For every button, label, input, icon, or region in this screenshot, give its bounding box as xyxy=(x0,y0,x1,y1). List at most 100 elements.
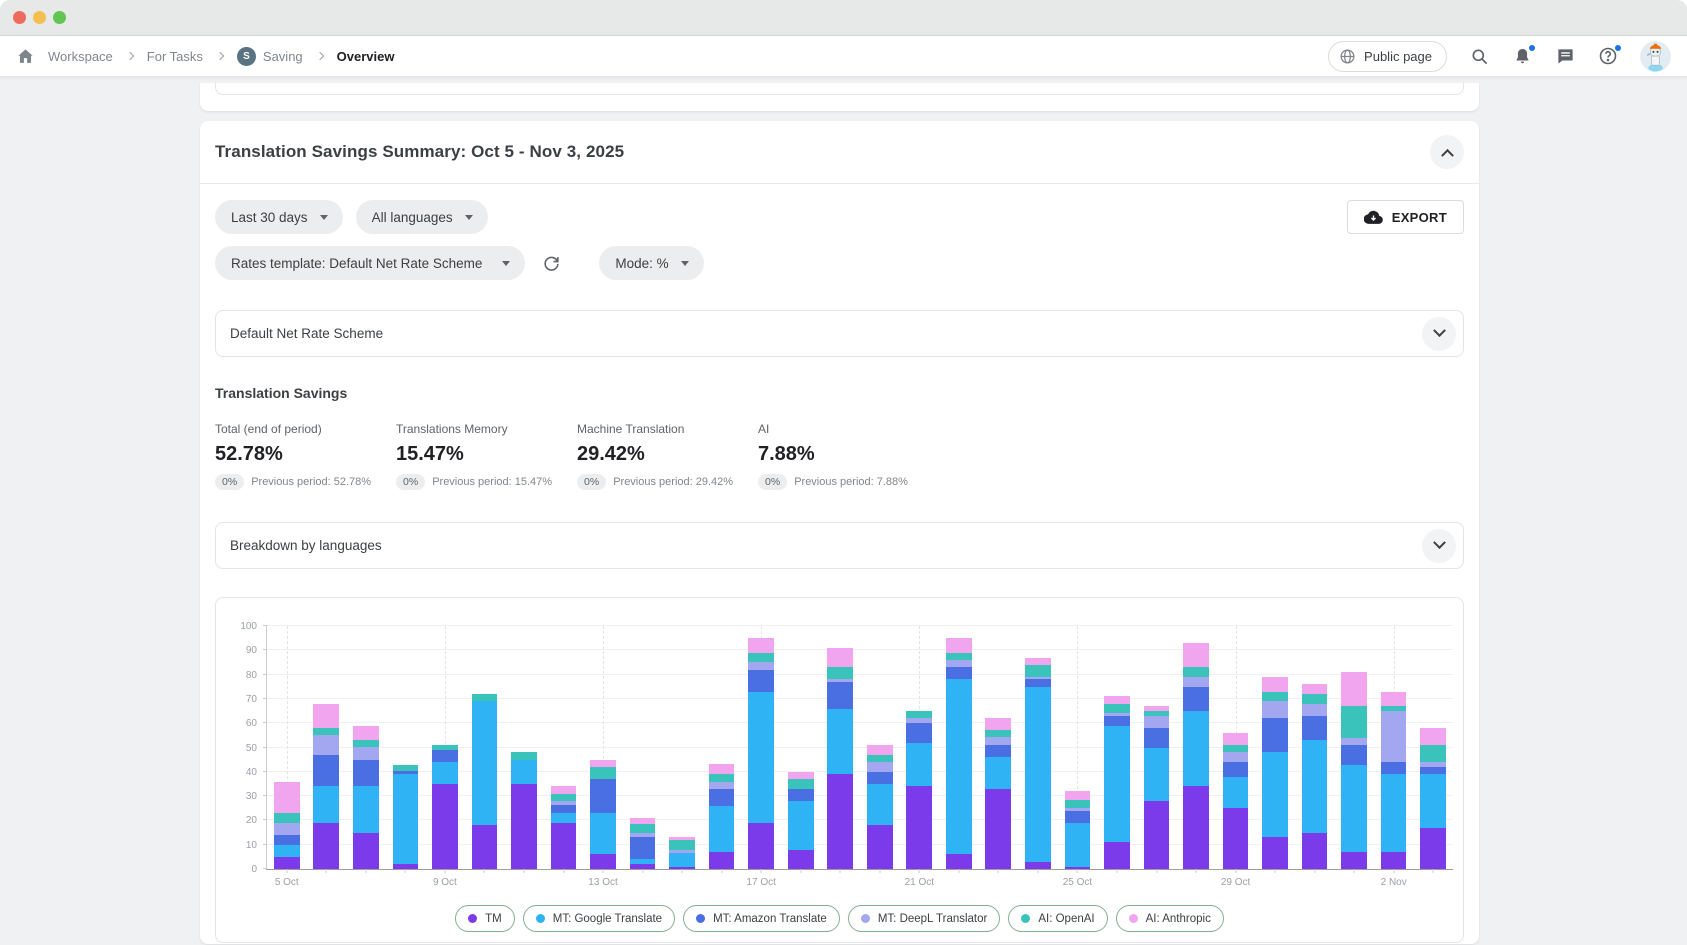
public-page-button[interactable]: Public page xyxy=(1328,41,1447,72)
bar-segment-mt-deepl-translator[interactable] xyxy=(867,762,893,772)
bar-segment-mt-google-translate[interactable] xyxy=(1025,687,1051,862)
bar-segment-ai-openai[interactable] xyxy=(748,653,774,663)
bar-segment-tm[interactable] xyxy=(432,784,458,869)
search-icon[interactable] xyxy=(1468,45,1490,67)
date-range-dropdown[interactable]: Last 30 days xyxy=(215,200,343,234)
bar-segment-mt-google-translate[interactable] xyxy=(867,784,893,825)
bar-segment-mt-google-translate[interactable] xyxy=(590,813,616,854)
zoom-window-button[interactable] xyxy=(53,11,66,24)
bar-segment-tm[interactable] xyxy=(788,850,814,869)
notifications-bell-icon[interactable] xyxy=(1511,45,1533,67)
bar-segment-ai-anthropic[interactable] xyxy=(748,638,774,653)
bar-segment-ai-anthropic[interactable] xyxy=(709,764,735,774)
bar-segment-tm[interactable] xyxy=(472,825,498,869)
bar-segment-mt-google-translate[interactable] xyxy=(551,813,577,823)
bar-segment-tm[interactable] xyxy=(1381,852,1407,869)
bar-segment-ai-anthropic[interactable] xyxy=(1420,728,1446,745)
help-icon[interactable] xyxy=(1597,45,1619,67)
bar-segment-tm[interactable] xyxy=(393,864,419,869)
bar-segment-tm[interactable] xyxy=(1223,808,1249,869)
bar-segment-tm[interactable] xyxy=(313,823,339,869)
expand-rate-scheme-button[interactable] xyxy=(1422,317,1456,351)
bar-segment-mt-amazon-translate[interactable] xyxy=(1065,811,1091,823)
minimize-window-button[interactable] xyxy=(33,11,46,24)
bar-segment-mt-google-translate[interactable] xyxy=(748,692,774,823)
bar-segment-mt-amazon-translate[interactable] xyxy=(1262,718,1288,752)
bar-segment-mt-amazon-translate[interactable] xyxy=(1381,762,1407,774)
bar-segment-ai-anthropic[interactable] xyxy=(1104,696,1130,703)
bar-segment-ai-openai[interactable] xyxy=(511,752,537,759)
bar-segment-ai-anthropic[interactable] xyxy=(1065,791,1091,800)
bar-segment-mt-google-translate[interactable] xyxy=(1223,777,1249,809)
bar-segment-mt-deepl-translator[interactable] xyxy=(1223,752,1249,762)
rates-template-dropdown[interactable]: Rates template: Default Net Rate Scheme xyxy=(215,246,525,280)
bar-segment-tm[interactable] xyxy=(630,864,656,869)
chat-icon[interactable] xyxy=(1554,45,1576,67)
bar-segment-mt-google-translate[interactable] xyxy=(472,701,498,825)
bar-segment-tm[interactable] xyxy=(1420,828,1446,869)
bar-segment-ai-openai[interactable] xyxy=(590,767,616,779)
bar-segment-mt-amazon-translate[interactable] xyxy=(274,835,300,845)
bar-segment-ai-openai[interactable] xyxy=(1104,704,1130,714)
bar-segment-mt-google-translate[interactable] xyxy=(393,774,419,864)
bar-segment-mt-deepl-translator[interactable] xyxy=(946,660,972,667)
bar-segment-tm[interactable] xyxy=(1183,786,1209,869)
bar-segment-mt-amazon-translate[interactable] xyxy=(313,755,339,787)
bar-segment-mt-deepl-translator[interactable] xyxy=(313,735,339,754)
bar-segment-ai-openai[interactable] xyxy=(709,774,735,781)
bar-segment-mt-deepl-translator[interactable] xyxy=(1341,738,1367,745)
bar-segment-mt-google-translate[interactable] xyxy=(709,806,735,852)
bar-segment-mt-amazon-translate[interactable] xyxy=(1302,716,1328,740)
breadcrumb-for-tasks[interactable]: For Tasks xyxy=(147,49,203,64)
bar-segment-mt-google-translate[interactable] xyxy=(1302,740,1328,832)
bar-segment-ai-openai[interactable] xyxy=(1065,800,1091,809)
bar-segment-mt-deepl-translator[interactable] xyxy=(709,782,735,789)
bar-segment-tm[interactable] xyxy=(551,823,577,869)
bar-segment-ai-openai[interactable] xyxy=(788,779,814,789)
bar-segment-mt-google-translate[interactable] xyxy=(827,709,853,775)
bar-segment-mt-deepl-translator[interactable] xyxy=(985,737,1011,746)
bar-segment-mt-deepl-translator[interactable] xyxy=(1262,701,1288,718)
collapse-section-button[interactable] xyxy=(1430,135,1464,169)
bar-segment-mt-amazon-translate[interactable] xyxy=(709,789,735,806)
bar-segment-tm[interactable] xyxy=(1025,862,1051,869)
bar-segment-mt-deepl-translator[interactable] xyxy=(1302,704,1328,716)
legend-item-ai-anthropic[interactable]: AI: Anthropic xyxy=(1116,905,1224,932)
bar-segment-ai-anthropic[interactable] xyxy=(788,772,814,779)
bar-segment-ai-anthropic[interactable] xyxy=(551,786,577,793)
bar-segment-mt-google-translate[interactable] xyxy=(669,853,695,866)
home-icon[interactable] xyxy=(14,45,36,67)
bar-segment-mt-google-translate[interactable] xyxy=(1104,726,1130,843)
bar-segment-tm[interactable] xyxy=(1341,852,1367,869)
bar-segment-mt-amazon-translate[interactable] xyxy=(353,760,379,787)
bar-segment-ai-openai[interactable] xyxy=(1183,667,1209,677)
bar-segment-mt-google-translate[interactable] xyxy=(313,786,339,822)
bar-segment-tm[interactable] xyxy=(1302,833,1328,869)
bar-segment-mt-google-translate[interactable] xyxy=(353,786,379,832)
refresh-button[interactable] xyxy=(538,250,564,276)
bar-segment-mt-google-translate[interactable] xyxy=(1262,752,1288,837)
bar-segment-tm[interactable] xyxy=(669,867,695,869)
bar-segment-ai-openai[interactable] xyxy=(1025,665,1051,677)
bar-segment-tm[interactable] xyxy=(590,854,616,869)
bar-segment-tm[interactable] xyxy=(906,786,932,869)
bar-segment-ai-openai[interactable] xyxy=(1223,745,1249,752)
legend-item-ai-openai[interactable]: AI: OpenAI xyxy=(1008,905,1107,932)
bar-segment-ai-openai[interactable] xyxy=(630,824,656,833)
bar-segment-ai-anthropic[interactable] xyxy=(1302,684,1328,694)
bar-segment-ai-openai[interactable] xyxy=(1420,745,1446,762)
bar-segment-ai-anthropic[interactable] xyxy=(827,648,853,667)
expand-breakdown-button[interactable] xyxy=(1422,529,1456,563)
bar-segment-mt-google-translate[interactable] xyxy=(1144,748,1170,801)
bar-segment-mt-amazon-translate[interactable] xyxy=(1223,762,1249,777)
bar-segment-mt-amazon-translate[interactable] xyxy=(590,779,616,813)
bar-segment-tm[interactable] xyxy=(709,852,735,869)
bar-segment-tm[interactable] xyxy=(274,857,300,869)
bar-segment-mt-amazon-translate[interactable] xyxy=(630,837,656,859)
bar-segment-mt-google-translate[interactable] xyxy=(432,762,458,784)
bar-segment-mt-amazon-translate[interactable] xyxy=(788,789,814,801)
breadcrumb-overview[interactable]: Overview xyxy=(337,49,395,64)
bar-segment-mt-amazon-translate[interactable] xyxy=(1420,767,1446,774)
bar-segment-ai-anthropic[interactable] xyxy=(985,718,1011,730)
bar-segment-mt-amazon-translate[interactable] xyxy=(906,723,932,742)
